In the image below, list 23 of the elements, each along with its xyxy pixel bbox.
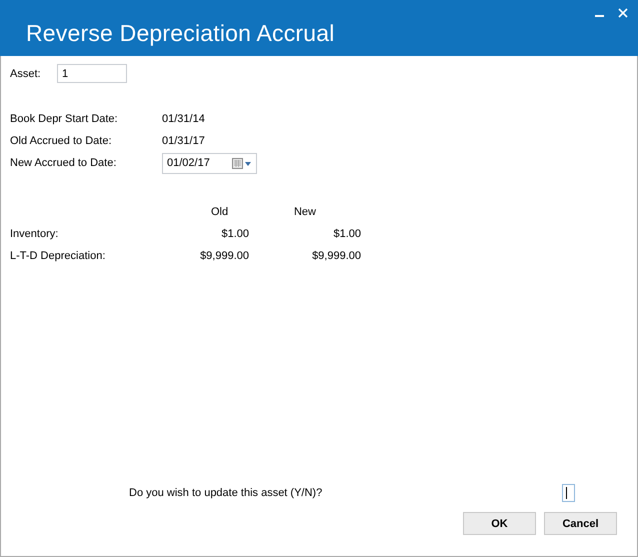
field-value: 01/31/17 bbox=[162, 135, 205, 147]
cancel-button[interactable]: Cancel bbox=[544, 512, 617, 535]
row-label: L-T-D Depreciation: bbox=[10, 249, 106, 264]
question-text: Do you wish to update this asset (Y/N)? bbox=[129, 487, 324, 499]
close-icon[interactable] bbox=[618, 8, 628, 18]
amount-value: $9,999.00 bbox=[199, 249, 249, 264]
amount-value: $1.00 bbox=[332, 227, 361, 242]
field-label: Book Depr Start Date: bbox=[10, 113, 119, 125]
field-label: Old Accrued to Date: bbox=[10, 135, 112, 147]
field-label: Asset: bbox=[10, 68, 42, 80]
column-header: Old bbox=[210, 205, 230, 220]
column-header: New bbox=[292, 205, 317, 220]
answer-field[interactable] bbox=[562, 484, 575, 502]
ok-button[interactable]: OK bbox=[463, 512, 536, 535]
window-title: Reverse Depreciation Accrual bbox=[26, 20, 335, 47]
row-label: Inventory: bbox=[10, 227, 60, 242]
calendar-icon[interactable] bbox=[232, 158, 252, 168]
amount-value: $1.00 bbox=[220, 227, 249, 242]
amount-value: $9,999.00 bbox=[311, 249, 361, 264]
asset-field[interactable]: 1 bbox=[57, 64, 127, 83]
field-value: 01/31/14 bbox=[162, 113, 205, 125]
field-label: New Accrued to Date: bbox=[10, 157, 118, 169]
date-picker[interactable]: 01/02/17 bbox=[162, 152, 257, 174]
